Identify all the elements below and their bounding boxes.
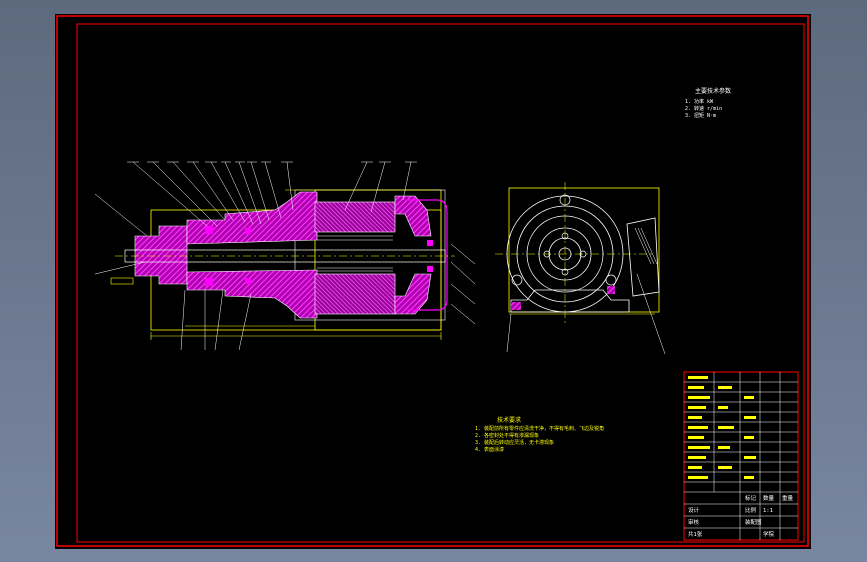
notes-heading: 主要技术参数 — [695, 87, 731, 95]
title-scale: 1:1 — [763, 508, 773, 514]
section-view — [94, 161, 476, 351]
title-school: 学院 — [763, 530, 775, 538]
title-qty: 数量 — [763, 494, 775, 502]
tech-req-line-2: 2. 各密封处不得有渗漏现象 — [475, 432, 539, 439]
tech-req-line-3: 3. 装配后转动应灵活，无卡滞现象 — [475, 439, 554, 446]
title-weight: 重量 — [782, 494, 794, 502]
title-designer: 设计 — [688, 506, 700, 514]
tech-req-line-1: 1. 装配前所有零件应清洗干净，不得有毛刺、飞边及锐角 — [475, 425, 604, 432]
tech-req-line-4: 4. 表面涂漆 — [475, 446, 504, 453]
technical-requirements: 技术要求 1. 装配前所有零件应清洗干净，不得有毛刺、飞边及锐角 2. 各密封处… — [475, 416, 604, 453]
parameter-note: 主要技术参数 1. 功率 kW 2. 转速 r/min 3. 扭矩 N·m — [685, 87, 731, 119]
title-ratio: 比例 — [745, 506, 757, 514]
cad-drawing: 主要技术参数 1. 功率 kW 2. 转速 r/min 3. 扭矩 N·m 技术… — [56, 15, 809, 547]
end-view — [495, 182, 666, 355]
title-block: 设计 审核 标记 数量 重量 比例 1:1 装配图 学院 共1张 — [683, 371, 799, 541]
title-checker: 审核 — [688, 518, 700, 526]
notes-line-1: 1. 功率 kW — [685, 98, 714, 105]
tech-req-heading: 技术要求 — [497, 416, 521, 424]
title-drawing-name: 装配图 — [745, 518, 762, 526]
notes-line-3: 3. 扭矩 N·m — [685, 112, 716, 119]
title-sheet: 共1张 — [688, 530, 703, 538]
title-mark: 标记 — [745, 494, 757, 502]
notes-line-2: 2. 转速 r/min — [685, 105, 722, 112]
cad-viewport[interactable]: 主要技术参数 1. 功率 kW 2. 转速 r/min 3. 扭矩 N·m 技术… — [55, 14, 811, 549]
